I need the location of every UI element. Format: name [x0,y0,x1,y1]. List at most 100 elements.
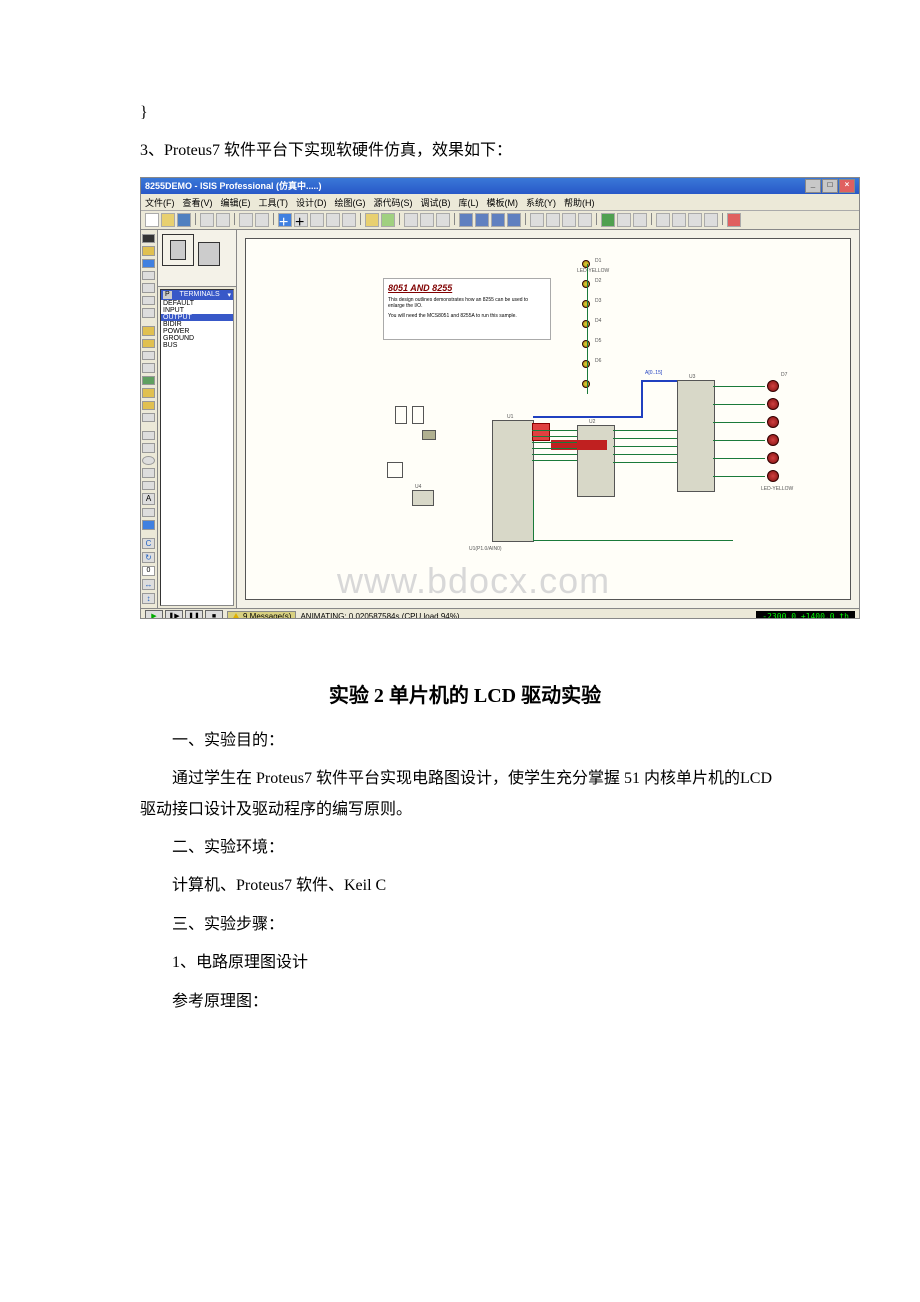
tool-wire-icon[interactable] [601,213,615,227]
flip-h-icon[interactable]: ↔ [142,579,155,590]
overview-panel[interactable] [158,230,236,287]
tool-area-icon[interactable] [216,213,230,227]
generator-icon[interactable] [142,376,155,385]
schematic-canvas[interactable]: 8051 AND 8255 This design outlines demon… [237,230,859,608]
tool-zoomall-icon[interactable] [326,213,340,227]
tool-origin-icon[interactable] [255,213,269,227]
tool-block3-icon[interactable] [491,213,505,227]
pin-icon[interactable] [142,339,155,348]
tool-b-icon[interactable] [672,213,686,227]
text-icon[interactable] [142,283,155,292]
probe-v-icon[interactable] [142,388,155,397]
angle-input[interactable]: 0 [142,566,155,575]
list-item[interactable]: INPUT [161,307,233,314]
list-item[interactable]: OUTPUT [161,314,233,321]
menu-system[interactable]: 系统(Y) [526,196,556,208]
tool-zoomin-icon[interactable]: + [294,213,308,227]
path-icon[interactable] [142,481,155,490]
tool-save-icon[interactable] [177,213,191,227]
tool-zoomout-icon[interactable] [310,213,324,227]
tool-decomp-icon[interactable] [578,213,592,227]
menu-lib[interactable]: 库(L) [459,196,479,208]
tool-pkg-icon[interactable] [562,213,576,227]
tool-a-icon[interactable] [656,213,670,227]
chip-u1 [492,420,534,542]
tool-grid-icon[interactable] [239,213,253,227]
tool-search-icon[interactable] [617,213,631,227]
cursor-icon[interactable] [142,234,155,243]
menu-edit[interactable]: 编辑(E) [221,196,251,208]
tool-center-icon[interactable]: + [278,213,292,227]
terminal-icon[interactable] [142,326,155,335]
menu-tool[interactable]: 工具(T) [259,196,289,208]
tool-undo-icon[interactable] [365,213,379,227]
cap-c1 [395,406,407,424]
maximize-button[interactable]: □ [822,179,838,193]
list-item[interactable]: DEFAULT [161,300,233,307]
list-item[interactable]: GROUND [161,335,233,342]
pause-button[interactable]: ❚❚ [185,610,203,619]
stop-button[interactable]: ■ [205,610,223,619]
tool-prop-icon[interactable] [633,213,647,227]
tool-new-icon[interactable] [145,213,159,227]
led-right [767,434,779,446]
graph-icon[interactable] [142,351,155,360]
tool-redo-icon[interactable] [381,213,395,227]
line-icon[interactable] [142,431,155,440]
side-panel: P TERMINALS ▾ DEFAULT INPUT OUTPUT BIDIR… [158,230,237,608]
flip-v-icon[interactable]: ↕ [142,593,155,604]
menu-source[interactable]: 源代码(S) [374,196,413,208]
info-box: 8051 AND 8255 This design outlines demon… [383,278,551,340]
symbol-icon[interactable] [142,508,155,517]
list-item[interactable]: BUS [161,342,233,349]
tool-d-icon[interactable] [704,213,718,227]
left-toolbar: A C ↻ 0 ↔ ↕ [141,230,158,608]
terminals-list[interactable]: P TERMINALS ▾ DEFAULT INPUT OUTPUT BIDIR… [160,289,234,606]
bus-icon[interactable] [142,296,155,305]
text2d-icon[interactable]: A [142,493,155,505]
menu-help[interactable]: 帮助(H) [564,196,595,208]
tool-c-icon[interactable] [688,213,702,227]
rot-ccw-icon[interactable]: ↻ [142,552,155,563]
menu-file[interactable]: 文件(F) [145,196,175,208]
tool-copy-icon[interactable] [420,213,434,227]
component-icon[interactable] [142,246,155,255]
tool-print-icon[interactable] [200,213,214,227]
tool-open-icon[interactable] [161,213,175,227]
list-item[interactable]: BIDIR [161,321,233,328]
rot-cw-icon[interactable]: C [142,538,155,549]
message-box[interactable]: 9 Message(s) [227,611,296,619]
tool-block4-icon[interactable] [507,213,521,227]
instrument-icon[interactable] [142,413,155,422]
tool-block1-icon[interactable] [459,213,473,227]
menu-debug[interactable]: 调试(B) [421,196,451,208]
probe-i-icon[interactable] [142,401,155,410]
subcircuit-icon[interactable] [142,308,155,317]
tool-ares-icon[interactable] [727,213,741,227]
tool-zoomarea-icon[interactable] [342,213,356,227]
junction-icon[interactable] [142,259,155,268]
chip-label: U4 [415,484,421,490]
rect-icon[interactable] [142,443,155,452]
menu-draw[interactable]: 绘图(G) [335,196,366,208]
menu-design[interactable]: 设计(D) [296,196,327,208]
tool-cut-icon[interactable] [404,213,418,227]
menu-view[interactable]: 查看(V) [183,196,213,208]
label-icon[interactable] [142,271,155,280]
arc-icon[interactable] [142,468,155,477]
play-button[interactable]: ▶ [145,610,163,619]
tool-block2-icon[interactable] [475,213,489,227]
step-button[interactable]: ❚▶ [165,610,183,619]
close-button[interactable]: × [839,179,855,193]
minimize-button[interactable]: _ [805,179,821,193]
sim-controls: ▶ ❚▶ ❚❚ ■ [145,610,223,619]
tool-paste-icon[interactable] [436,213,450,227]
tool-pick-icon[interactable] [530,213,544,227]
tool-lib-icon[interactable] [546,213,560,227]
tape-icon[interactable] [142,363,155,372]
coords-readout: -2300.0 +1400.0 th [756,611,855,619]
circle-icon[interactable] [142,456,155,465]
menu-template[interactable]: 模板(M) [487,196,519,208]
list-item[interactable]: POWER [161,328,233,335]
marker-icon[interactable] [142,520,155,529]
